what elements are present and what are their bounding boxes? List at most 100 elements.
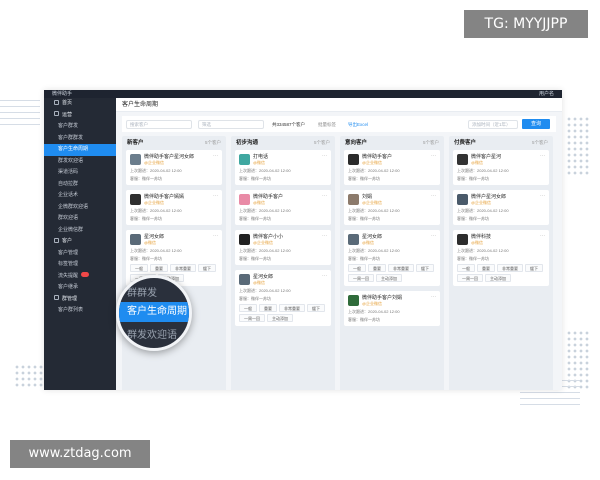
customer-card[interactable]: 星河女郎 @微信 ··· 上次跟进：2020-04-02 12:00 客服：微伴一苏坊一…	[344, 230, 440, 286]
tag-chip[interactable]: 非常重要	[497, 264, 523, 272]
customer-card[interactable]: 微伴户星河女郎 @企业微信 ··· 上次跟进：2020-04-02 12:00 客服：微…	[453, 190, 549, 225]
tag-chip[interactable]: 重要	[150, 264, 168, 272]
sidebar-item[interactable]: 群欢迎语	[44, 213, 116, 225]
avatar	[239, 234, 250, 245]
kanban-column: 付费客户 5个客户 微伴客户星河 @微信 ··· 上次跟进：2020-04-02 12:0…	[449, 136, 553, 390]
tag-chip[interactable]: 一般	[239, 304, 257, 312]
last-followup-time: 上次跟进：2020-04-02 12:00	[130, 248, 182, 253]
customer-card[interactable]: 打电话 @微信 ··· 上次跟进：2020-04-02 12:00 客服：微伴一苏坊	[235, 150, 331, 185]
customer-card[interactable]: 微伴助手客户 @企业微信 ··· 上次跟进：2020-04-02 12:00 客服：微伴…	[344, 150, 440, 185]
sidebar-item[interactable]: 客户生命周期	[44, 144, 116, 156]
tag-chip[interactable]: 一周一回	[457, 274, 483, 282]
more-options-icon[interactable]: ···	[322, 153, 327, 159]
more-options-icon[interactable]: ···	[431, 153, 436, 159]
tag-chip[interactable]: 非常重要	[279, 304, 305, 312]
customer-source: @微信	[471, 240, 484, 245]
more-options-icon[interactable]: ···	[540, 153, 545, 159]
sidebar-item[interactable]: 群管理	[44, 294, 116, 306]
customer-owner: 客服：微伴一苏坊	[239, 256, 271, 261]
sidebar-item[interactable]: 客户	[44, 236, 116, 248]
customer-source: @微信	[362, 240, 375, 245]
kanban-column: 意向客户 5个客户 微伴助手客户 @企业微信 ··· 上次跟进：2020-04-02 12…	[340, 136, 444, 390]
tag-chip[interactable]: 缓下	[307, 304, 325, 312]
tag-chip[interactable]: 非常重要	[170, 264, 196, 272]
filter-select[interactable]: 筛选	[198, 120, 264, 129]
sidebar-item[interactable]: 企业微信群	[44, 225, 116, 237]
sidebar-item[interactable]: 自动拉群	[44, 179, 116, 191]
sidebar-item[interactable]: 渠道活码	[44, 167, 116, 179]
sidebar-item-label: 客户管理	[58, 249, 79, 256]
customer-card[interactable]: 微伴科技 @微信 ··· 上次跟进：2020-04-02 12:00 客服：微伴一苏坊一…	[453, 230, 549, 286]
more-options-icon[interactable]: ···	[540, 233, 545, 239]
sidebar-item-label: 客户	[62, 238, 73, 244]
sidebar-item-label: 流失提醒	[58, 272, 79, 279]
tag-chip[interactable]: 一般	[457, 264, 475, 272]
sidebar-item[interactable]: 客户群发	[44, 121, 116, 133]
more-options-icon[interactable]: ···	[322, 273, 327, 279]
tag-chip[interactable]: 主动添加	[267, 314, 293, 322]
customer-card[interactable]: 刘娟 @企业微信 ··· 上次跟进：2020-04-02 12:00 客服：微伴一苏坊	[344, 190, 440, 225]
sidebar-item-label: 客户群列表	[58, 307, 84, 313]
tag-chip[interactable]: 缓下	[525, 264, 543, 272]
customer-card[interactable]: 微伴助手客户 @微信 ··· 上次跟进：2020-04-02 12:00 客服：微伴一苏…	[235, 190, 331, 225]
more-options-icon[interactable]: ···	[431, 233, 436, 239]
last-followup-time: 上次跟进：2020-04-02 12:00	[457, 168, 509, 173]
sidebar-item[interactable]: 首页	[44, 98, 116, 110]
sidebar-item[interactable]: 客户管理	[44, 248, 116, 260]
sidebar-item[interactable]: 运营	[44, 110, 116, 122]
customer-card[interactable]: 微伴客户星河 @微信 ··· 上次跟进：2020-04-02 12:00 客服：微伴一苏…	[453, 150, 549, 185]
search-input[interactable]: 搜索客户	[126, 120, 192, 129]
sidebar-item[interactable]: 群发欢迎语	[44, 156, 116, 168]
tag-chip[interactable]: 重要	[259, 304, 277, 312]
customer-card[interactable]: 微伴助手客户刘娟 @企业微信 ··· 上次跟进：2020-04-02 12:00 客服：…	[344, 291, 440, 326]
tag-chip[interactable]: 缓下	[198, 264, 216, 272]
customer-source: @企业微信	[144, 200, 165, 205]
date-range-select[interactable]: 添加时间（近1年）	[468, 120, 518, 129]
tag-chip[interactable]: 重要	[368, 264, 386, 272]
sidebar-item[interactable]: 标签管理	[44, 259, 116, 271]
query-button[interactable]: 查询	[522, 119, 550, 129]
user-menu[interactable]: 用户名	[539, 90, 554, 98]
more-options-icon[interactable]: ···	[322, 233, 327, 239]
sidebar-item-label: 群管理	[62, 295, 78, 302]
customer-source: @微信	[471, 160, 484, 165]
more-options-icon[interactable]: ···	[540, 193, 545, 199]
sidebar-item[interactable]: 企微群欢迎语	[44, 202, 116, 214]
last-followup-time: 上次跟进：2020-04-02 12:00	[348, 309, 400, 314]
watermark-bottom: www.ztdag.com	[10, 440, 150, 468]
sidebar-item[interactable]: 客户群列表	[44, 305, 116, 317]
lens-menu-item: 群群发	[127, 288, 157, 299]
tag-chip[interactable]: 主动添加	[376, 274, 402, 282]
tag-chip[interactable]: 一般	[130, 264, 148, 272]
customer-card[interactable]: 微伴客户小小 @企业微信 ··· 上次跟进：2020-04-02 12:00 客服：微伴…	[235, 230, 331, 265]
tag-chip[interactable]: 缓下	[416, 264, 434, 272]
more-options-icon[interactable]: ···	[322, 193, 327, 199]
tag-chip[interactable]: 一周一回	[239, 314, 265, 322]
sidebar-item[interactable]: 企业话术	[44, 190, 116, 202]
avatar	[130, 194, 141, 205]
sidebar-item[interactable]: 流失提醒	[44, 271, 116, 283]
customer-card[interactable]: 星河女郎 @微信 ··· 上次跟进：2020-04-02 12:00 客服：微伴一苏坊一…	[235, 270, 331, 326]
tag-chip[interactable]: 主动添加	[485, 274, 511, 282]
batch-tag-link[interactable]: 批量标签	[318, 120, 336, 129]
tag-chip[interactable]: 重要	[477, 264, 495, 272]
avatar	[239, 154, 250, 165]
more-options-icon[interactable]: ···	[213, 193, 218, 199]
export-excel-link[interactable]: 导出Excel	[348, 120, 368, 129]
sidebar-item-label: 客户继承	[58, 284, 79, 290]
last-followup-time: 上次跟进：2020-04-02 12:00	[130, 208, 182, 213]
sidebar-item[interactable]: 客户群群发	[44, 133, 116, 145]
customer-card[interactable]: 微伴助手客户嫣嫣 @企业微信 ··· 上次跟进：2020-04-02 12:00 客服：…	[126, 190, 222, 225]
customer-card[interactable]: 微伴助手客户星河女郎 @企业微信 ··· 上次跟进：2020-04-02 12:00 客…	[126, 150, 222, 185]
customer-source: @企业微信	[362, 160, 383, 165]
tag-chip[interactable]: 一周一回	[348, 274, 374, 282]
tag-chip[interactable]: 非常重要	[388, 264, 414, 272]
more-options-icon[interactable]: ···	[213, 153, 218, 159]
sidebar-item[interactable]: 客户继承	[44, 282, 116, 294]
more-options-icon[interactable]: ···	[431, 294, 436, 300]
more-options-icon[interactable]: ···	[213, 233, 218, 239]
customer-owner: 客服：微伴一苏坊	[348, 256, 380, 261]
tag-chip[interactable]: 一般	[348, 264, 366, 272]
customer-source: @企业微信	[471, 200, 492, 205]
more-options-icon[interactable]: ···	[431, 193, 436, 199]
